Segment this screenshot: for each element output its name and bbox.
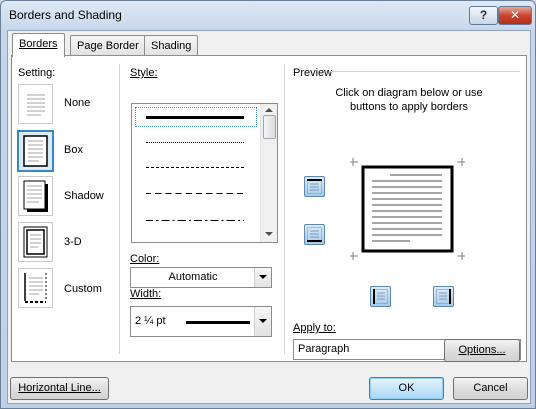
- divider: [119, 64, 120, 354]
- setting-box-icon[interactable]: [17, 130, 54, 172]
- divider: [284, 64, 285, 354]
- setting-none-icon[interactable]: [18, 84, 53, 124]
- setting-none-label[interactable]: None: [64, 97, 90, 109]
- horizontal-line-button[interactable]: Horizontal Line...: [10, 377, 109, 400]
- apply-to-value: Paragraph: [298, 343, 350, 355]
- width-line-sample: [186, 321, 250, 324]
- apply-to-heading: Apply to:: [293, 322, 336, 334]
- color-value: Automatic: [168, 271, 218, 283]
- style-list[interactable]: [131, 103, 278, 243]
- title-bar[interactable]: Borders and Shading ? ✕: [1, 1, 535, 29]
- style-item-solid-thick[interactable]: [146, 116, 244, 119]
- chevron-down-icon[interactable]: [254, 307, 271, 336]
- close-button[interactable]: ✕: [498, 6, 532, 25]
- preview-rule: [330, 71, 520, 72]
- ok-button[interactable]: OK: [369, 377, 444, 400]
- tab-page-border[interactable]: Page Border: [70, 35, 146, 56]
- right-border-icon[interactable]: [433, 286, 454, 307]
- scroll-down-icon[interactable]: [265, 232, 273, 236]
- preview-diagram[interactable]: [350, 158, 465, 260]
- cancel-button[interactable]: Cancel: [453, 377, 528, 400]
- tab-shading[interactable]: Shading: [144, 35, 199, 56]
- preview-heading: Preview: [293, 67, 333, 79]
- tab-borders[interactable]: Borders: [12, 33, 65, 57]
- dialog-body: Borders Page Border Shading Setting: Non…: [7, 30, 531, 404]
- style-item-dotted[interactable]: [146, 142, 244, 143]
- setting-3d-icon[interactable]: [18, 222, 53, 262]
- color-heading: Color:: [130, 253, 160, 265]
- style-item-dashed[interactable]: [146, 167, 244, 168]
- top-border-icon[interactable]: [304, 176, 325, 197]
- style-heading: Style:: [130, 67, 158, 79]
- bottom-border-icon[interactable]: [304, 224, 325, 245]
- style-item-dash-dot[interactable]: [146, 220, 244, 221]
- width-dropdown[interactable]: 2 ¼ pt: [130, 306, 272, 337]
- dialog-title: Borders and Shading: [9, 8, 122, 22]
- setting-shadow-icon[interactable]: [18, 176, 53, 216]
- preview-instructions: Click on diagram below or use buttons to…: [335, 87, 483, 113]
- setting-box-label[interactable]: Box: [64, 144, 83, 156]
- chevron-down-icon[interactable]: [254, 268, 271, 287]
- scroll-thumb[interactable]: [263, 115, 276, 139]
- scroll-up-icon[interactable]: [265, 108, 273, 112]
- setting-3d-label[interactable]: 3-D: [64, 236, 82, 248]
- width-value: 2 ¼ pt: [135, 315, 166, 327]
- style-item-long-dashed[interactable]: [146, 193, 244, 194]
- color-dropdown[interactable]: Automatic: [130, 267, 272, 288]
- setting-custom-label[interactable]: Custom: [64, 283, 102, 295]
- setting-custom-icon[interactable]: [18, 268, 53, 308]
- setting-shadow-label[interactable]: Shadow: [64, 190, 104, 202]
- setting-heading: Setting:: [18, 67, 56, 79]
- borders-and-shading-dialog: Borders and Shading ? ✕ Borders Page Bor…: [0, 0, 536, 409]
- style-scrollbar[interactable]: [260, 104, 277, 242]
- borders-tab-panel: Setting: None Box Shadow 3-D Custom Styl…: [11, 55, 527, 362]
- left-border-icon[interactable]: [370, 286, 391, 307]
- help-button[interactable]: ?: [469, 6, 498, 25]
- options-button[interactable]: Options...: [444, 339, 520, 362]
- width-heading: Width:: [130, 288, 162, 300]
